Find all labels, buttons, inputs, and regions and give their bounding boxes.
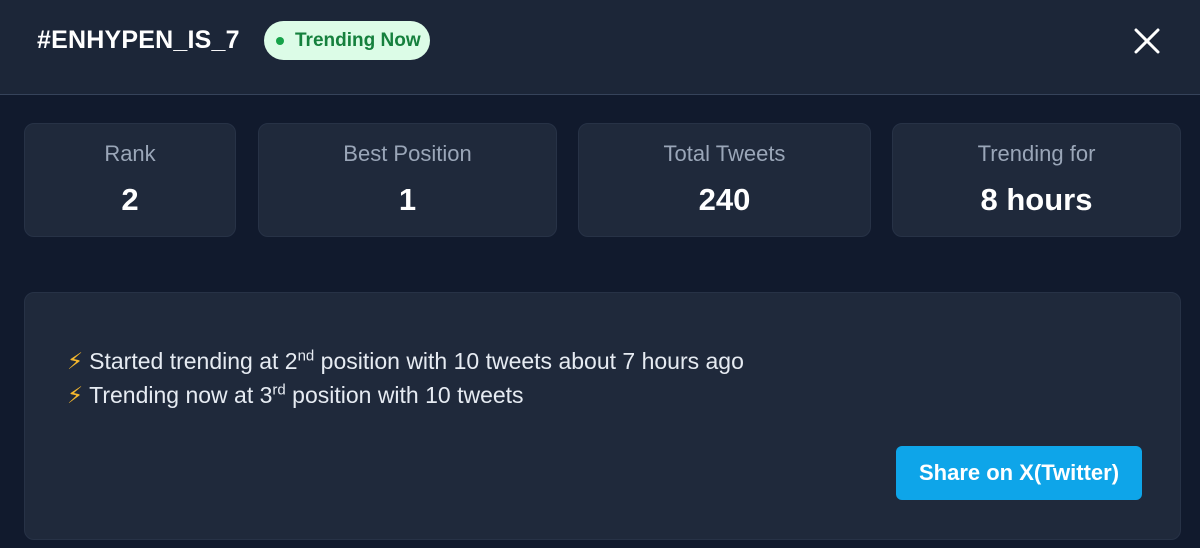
status-dot-icon bbox=[276, 37, 284, 45]
history-item-text: position with 10 tweets bbox=[285, 382, 524, 408]
history-item-text: Trending now at 3 bbox=[89, 382, 273, 408]
lightning-icon: ⚡ bbox=[67, 348, 84, 374]
stat-label: Total Tweets bbox=[663, 141, 786, 166]
share-on-x-button[interactable]: Share on X(Twitter) bbox=[896, 446, 1142, 500]
trending-status-badge: Trending Now bbox=[264, 21, 430, 60]
hashtag-title: #ENHYPEN_IS_7 bbox=[37, 26, 240, 54]
stat-value: 1 bbox=[398, 182, 417, 217]
close-button[interactable] bbox=[1130, 24, 1164, 58]
history-item: ⚡ Trending now at 3rd position with 10 tw… bbox=[67, 382, 524, 409]
trend-details-modal: #ENHYPEN_IS_7 Trending Now Rank 2 Best P… bbox=[0, 0, 1200, 548]
history-item: ⚡ Started trending at 2nd position with 1… bbox=[67, 348, 744, 375]
ordinal-suffix: nd bbox=[297, 347, 315, 365]
stat-value: 240 bbox=[698, 182, 751, 217]
stat-card-total-tweets: Total Tweets 240 bbox=[578, 123, 871, 237]
stat-value: 8 hours bbox=[980, 182, 1093, 217]
ordinal-suffix: rd bbox=[272, 381, 286, 399]
close-icon bbox=[1134, 28, 1160, 54]
stat-label: Rank bbox=[104, 141, 156, 166]
stat-value: 2 bbox=[121, 182, 139, 217]
modal-header: #ENHYPEN_IS_7 Trending Now bbox=[0, 0, 1200, 95]
stat-card-rank: Rank 2 bbox=[24, 123, 236, 237]
stat-card-trending-for: Trending for 8 hours bbox=[892, 123, 1181, 237]
history-item-text: position with 10 tweets about 7 hours ag… bbox=[314, 348, 744, 374]
history-item-text: Started trending at 2 bbox=[89, 348, 298, 374]
stat-label: Best Position bbox=[343, 141, 472, 166]
lightning-icon: ⚡ bbox=[67, 382, 84, 408]
trend-history-panel: ⚡ Started trending at 2nd position with 1… bbox=[24, 292, 1181, 540]
stat-label: Trending for bbox=[977, 141, 1096, 166]
stat-card-best-position: Best Position 1 bbox=[258, 123, 557, 237]
status-badge-label: Trending Now bbox=[295, 30, 421, 51]
